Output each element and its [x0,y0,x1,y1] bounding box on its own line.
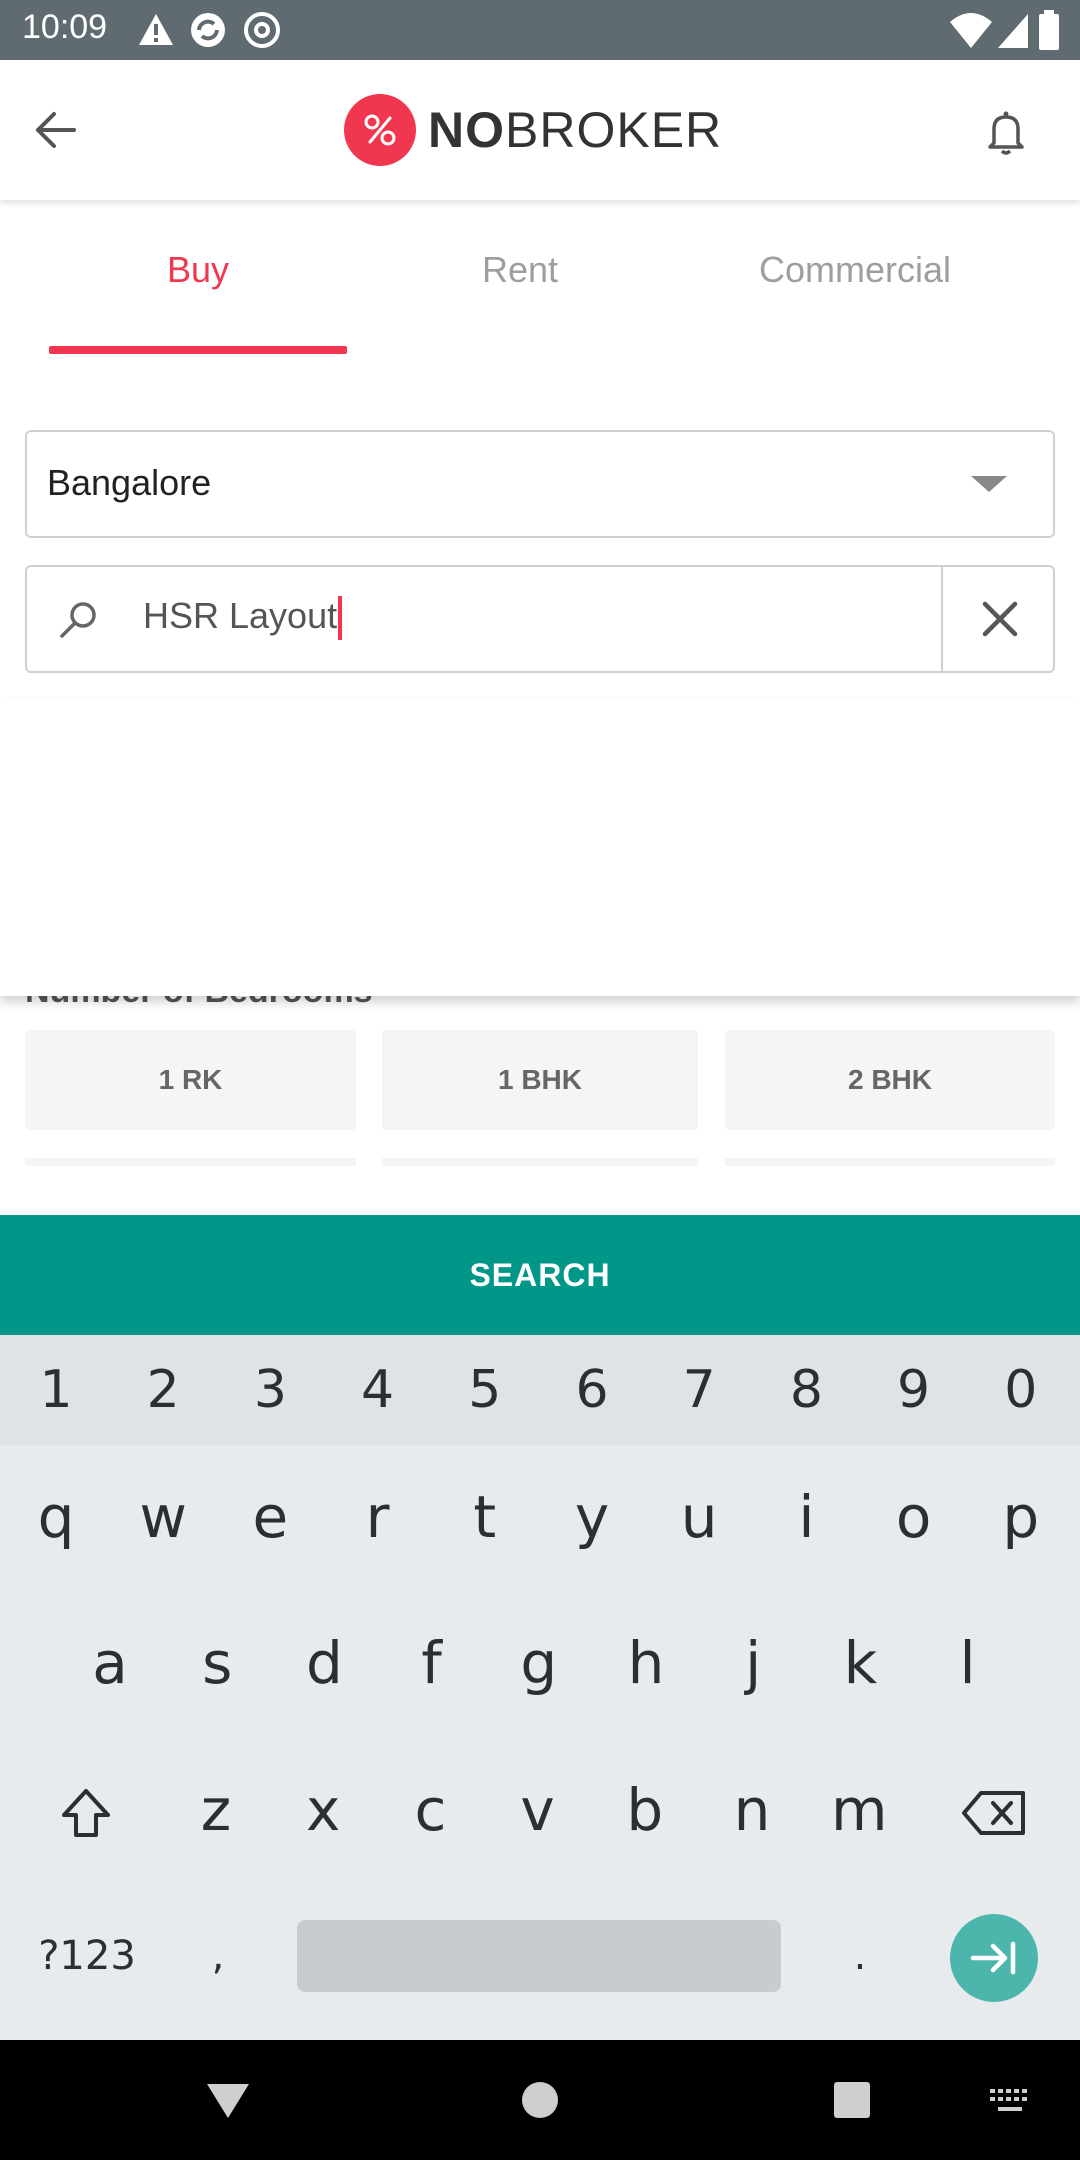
nobroker-logo: NOBROKER [344,94,722,166]
comma-key[interactable]: , [168,1891,268,2021]
shift-icon [62,1789,110,1837]
bedroom-option-1rk[interactable]: 1 RK [25,1030,356,1130]
numbers-key-8[interactable]: 8 [756,1335,856,1445]
keyboard-icon [990,2089,1027,2111]
row2-key-l[interactable]: l [918,1598,1018,1728]
at-sign-icon [244,12,280,48]
battery-icon [1039,10,1059,50]
row3-key-z[interactable]: z [166,1745,266,1875]
row3-key-v[interactable]: v [488,1745,588,1875]
square-recents-icon [834,2082,870,2118]
tab-rent[interactable]: Rent [371,240,669,356]
status-bar: 10:09 [0,0,1080,60]
bell-icon [988,111,1024,155]
numbers-key-6[interactable]: 6 [542,1335,642,1445]
row3-key-c[interactable]: c [380,1745,480,1875]
row3-key-b[interactable]: b [595,1745,695,1875]
arrow-left-icon [36,112,76,148]
locality-search-field[interactable]: HSR Layout [25,565,1055,673]
backspace-key[interactable] [944,1747,1044,1877]
status-time: 10:09 [22,8,108,46]
bedroom-option-1bhk[interactable]: 1 BHK [382,1030,698,1130]
logo-mark-icon [344,94,416,166]
enter-key[interactable] [950,1914,1038,2002]
row1-key-w[interactable]: w [113,1452,213,1582]
keyboard-switch-button[interactable] [980,2070,1040,2130]
row2-key-a[interactable]: a [60,1598,160,1728]
row2-key-s[interactable]: s [167,1598,267,1728]
chevron-down-icon [971,476,1007,492]
notifications-button[interactable] [976,102,1036,162]
active-tab-indicator [49,346,347,354]
tab-buy[interactable]: Buy [49,240,347,356]
numbers-key-1[interactable]: 1 [6,1335,106,1445]
row2-key-j[interactable]: j [703,1598,803,1728]
search-input[interactable]: HSR Layout [143,595,343,641]
row3-key-n[interactable]: n [702,1745,802,1875]
row1-key-e[interactable]: e [220,1452,320,1582]
text-cursor [338,596,343,641]
search-icon [60,602,96,638]
numbers-key-9[interactable]: 9 [864,1335,964,1445]
symbols-key[interactable]: ?123 [22,1891,152,2021]
bedroom-option-partial [382,1158,698,1166]
row2-key-k[interactable]: k [810,1598,910,1728]
backspace-icon [962,1791,1025,1835]
app-header: NOBROKER [0,60,1080,200]
bedroom-option-partial [725,1158,1055,1166]
period-key[interactable]: . [810,1891,910,2021]
numbers-key-3[interactable]: 3 [220,1335,320,1445]
row3-key-m[interactable]: m [809,1745,909,1875]
row2-key-d[interactable]: d [274,1598,374,1728]
signal-icon [998,14,1028,48]
row1-key-o[interactable]: o [864,1452,964,1582]
close-icon [982,601,1018,637]
space-key[interactable] [297,1920,781,1992]
row1-key-y[interactable]: y [542,1452,642,1582]
row1-key-u[interactable]: u [649,1452,749,1582]
row2-key-h[interactable]: h [596,1598,696,1728]
tab-commercial[interactable]: Commercial [706,240,1004,356]
city-value: Bangalore [47,462,212,503]
row1-key-p[interactable]: p [971,1452,1071,1582]
back-button[interactable] [22,100,88,160]
sync-icon [191,13,225,47]
warning-icon [139,14,173,45]
property-type-tabs: Buy Rent Commercial [0,240,1080,356]
logo-text: NOBROKER [428,102,723,158]
wifi-icon [950,13,992,48]
numbers-key-0[interactable]: 0 [971,1335,1071,1445]
screen: 10:09 NOBROKER Buy Rent Commercial Banga… [0,0,1080,2160]
suggestion-dropdown [0,700,1080,996]
row1-key-r[interactable]: r [328,1452,428,1582]
row1-key-q[interactable]: q [6,1452,106,1582]
numbers-key-4[interactable]: 4 [328,1335,428,1445]
search-input-value: HSR Layout [143,595,338,636]
numbers-key-7[interactable]: 7 [649,1335,749,1445]
row1-key-i[interactable]: i [756,1452,856,1582]
row2-key-f[interactable]: f [382,1598,482,1728]
city-dropdown[interactable]: Bangalore [25,430,1055,538]
row1-key-t[interactable]: t [435,1452,535,1582]
shift-key[interactable] [36,1747,136,1877]
numbers-key-2[interactable]: 2 [113,1335,213,1445]
bedroom-option-2bhk[interactable]: 2 BHK [725,1030,1055,1130]
tab-arrow-icon [970,1941,1016,1975]
search-button[interactable]: SEARCH [0,1215,1080,1335]
row2-key-g[interactable]: g [489,1598,589,1728]
divider [941,567,943,671]
triangle-back-icon [207,2084,249,2118]
row3-key-x[interactable]: x [273,1745,373,1875]
nav-recents-button[interactable] [822,2070,882,2130]
clear-search-button[interactable] [945,567,1055,671]
numbers-key-5[interactable]: 5 [435,1335,535,1445]
nav-back-button[interactable] [198,2070,258,2130]
bedroom-option-partial [25,1158,356,1166]
system-navigation-bar [0,2040,1080,2160]
circle-home-icon [522,2082,558,2118]
nav-home-button[interactable] [510,2070,570,2130]
